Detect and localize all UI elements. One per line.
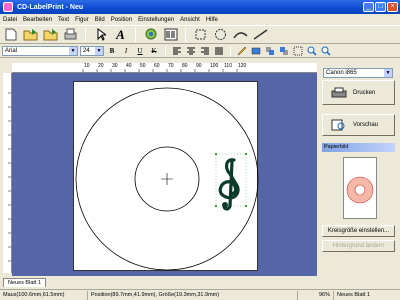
close-button[interactable]: × xyxy=(387,2,398,12)
open-icon[interactable] xyxy=(22,27,39,42)
menu-bar: Datei Bearbeiten Text Figur Bild Positio… xyxy=(0,14,400,25)
menu-shape[interactable]: Figur xyxy=(75,17,89,23)
bring-front-icon[interactable] xyxy=(264,46,276,57)
background-button[interactable]: Hintergrund ändern xyxy=(322,240,395,252)
new-document-icon[interactable] xyxy=(2,27,19,42)
zoom-out-icon[interactable] xyxy=(320,46,332,57)
ruler-tick-label: 100 xyxy=(210,63,219,69)
tab-sheet-1[interactable]: Neues Blatt 1 xyxy=(3,278,47,287)
status-sheet: Neues Blatt 1 xyxy=(337,291,371,298)
status-position: Position(89.7mm,41.9mm), Größe(19.3mm,31… xyxy=(88,290,298,300)
ruler-tick-label: 30 xyxy=(112,63,118,69)
printer-select[interactable]: Canon i865 ▼ xyxy=(323,68,393,78)
font-size-select[interactable]: 24 ▼ xyxy=(80,46,104,56)
print-icon[interactable] xyxy=(62,27,79,42)
circle-size-button[interactable]: Kreisgröße einstellen... xyxy=(322,225,395,237)
title-bar: CD-LabelPrint - Neu _ □ × xyxy=(0,0,400,14)
menu-position[interactable]: Position xyxy=(111,17,132,23)
line-tool-icon[interactable] xyxy=(252,27,269,42)
ruler-tick-label: 110 xyxy=(224,63,232,69)
align-left-icon[interactable] xyxy=(171,46,183,57)
ruler-tick-label: 20 xyxy=(98,63,104,69)
window-title: CD-LabelPrint - Neu xyxy=(17,3,84,11)
arc-tool-icon[interactable] xyxy=(232,27,249,42)
ruler-tick-label: 50 xyxy=(140,63,146,69)
save-icon[interactable] xyxy=(42,27,59,42)
font-select[interactable]: Arial ▼ xyxy=(2,46,78,56)
vertical-ruler xyxy=(3,73,12,273)
ruler-tick-label: 60 xyxy=(154,63,160,69)
menu-help[interactable]: Hilfe xyxy=(206,17,218,23)
app-icon xyxy=(3,2,13,12)
zoom-in-icon[interactable] xyxy=(306,46,318,57)
status-bar: Maus(100.6mm,61.5mm) Position(89.7mm,41.… xyxy=(0,289,400,300)
send-back-icon[interactable] xyxy=(278,46,290,57)
group-icon[interactable] xyxy=(292,46,304,57)
menu-text[interactable]: Text xyxy=(58,17,69,23)
rectangle-tool-icon[interactable] xyxy=(192,27,209,42)
align-right-icon[interactable] xyxy=(199,46,211,57)
pen-color-icon[interactable] xyxy=(236,46,248,57)
label-page[interactable] xyxy=(73,81,259,271)
chevron-down-icon: ▼ xyxy=(69,47,77,55)
ruler-tick-label: 10 xyxy=(84,63,90,69)
image-tool-icon[interactable] xyxy=(142,27,159,42)
preview-icon xyxy=(331,119,345,131)
minimize-button[interactable]: _ xyxy=(363,2,374,12)
paper-preview xyxy=(322,153,395,223)
menu-file[interactable]: Datei xyxy=(3,17,17,23)
text-tool-icon[interactable]: A xyxy=(112,27,129,42)
underline-button[interactable]: U xyxy=(134,46,146,57)
ellipse-tool-icon[interactable] xyxy=(212,27,229,42)
menu-settings[interactable]: Einstellungen xyxy=(138,17,174,23)
ruler-tick-label: 70 xyxy=(168,63,174,69)
fill-color-icon[interactable] xyxy=(250,46,262,57)
label-canvas[interactable] xyxy=(12,73,317,276)
strikethrough-button[interactable]: K xyxy=(148,46,160,57)
italic-button[interactable]: I xyxy=(120,46,132,57)
select-tool-icon[interactable] xyxy=(92,27,109,42)
paper-preview-header: Papierbild xyxy=(322,143,395,152)
ruler-tick-label: 80 xyxy=(182,63,188,69)
preview-button[interactable]: Vorschau xyxy=(322,114,395,136)
format-toolbar: Arial ▼ 24 ▼ B I U K xyxy=(0,45,400,58)
menu-edit[interactable]: Bearbeiten xyxy=(23,17,52,23)
align-justify-icon[interactable] xyxy=(213,46,225,57)
maximize-button[interactable]: □ xyxy=(375,2,386,12)
center-crosshair xyxy=(161,173,173,185)
bold-button[interactable]: B xyxy=(106,46,118,57)
barcode-tool-icon[interactable] xyxy=(162,27,179,42)
treble-clef-image[interactable] xyxy=(215,153,247,211)
menu-image[interactable]: Bild xyxy=(95,17,105,23)
main-toolbar: A xyxy=(0,25,400,44)
chevron-down-icon: ▼ xyxy=(384,69,392,77)
right-panel: Canon i865 ▼ Drucken Vorschau Papierbild … xyxy=(320,63,398,278)
sheet-tabs: Neues Blatt 1 xyxy=(0,277,320,287)
printer-icon xyxy=(331,87,347,97)
ruler-tick-label: 90 xyxy=(196,63,202,69)
menu-view[interactable]: Ansicht xyxy=(180,17,200,23)
ruler-tick-label: 40 xyxy=(126,63,132,69)
ruler-tick-label: 120 xyxy=(238,63,247,69)
print-button[interactable]: Drucken xyxy=(322,80,395,105)
horizontal-ruler: 10 20 30 40 50 60 70 80 90 100 110 120 xyxy=(12,63,317,73)
chevron-down-icon: ▼ xyxy=(95,47,103,55)
status-mouse: Maus(100.6mm,61.5mm) xyxy=(0,290,88,300)
align-center-icon[interactable] xyxy=(185,46,197,57)
status-zoom: 96% xyxy=(298,290,334,300)
